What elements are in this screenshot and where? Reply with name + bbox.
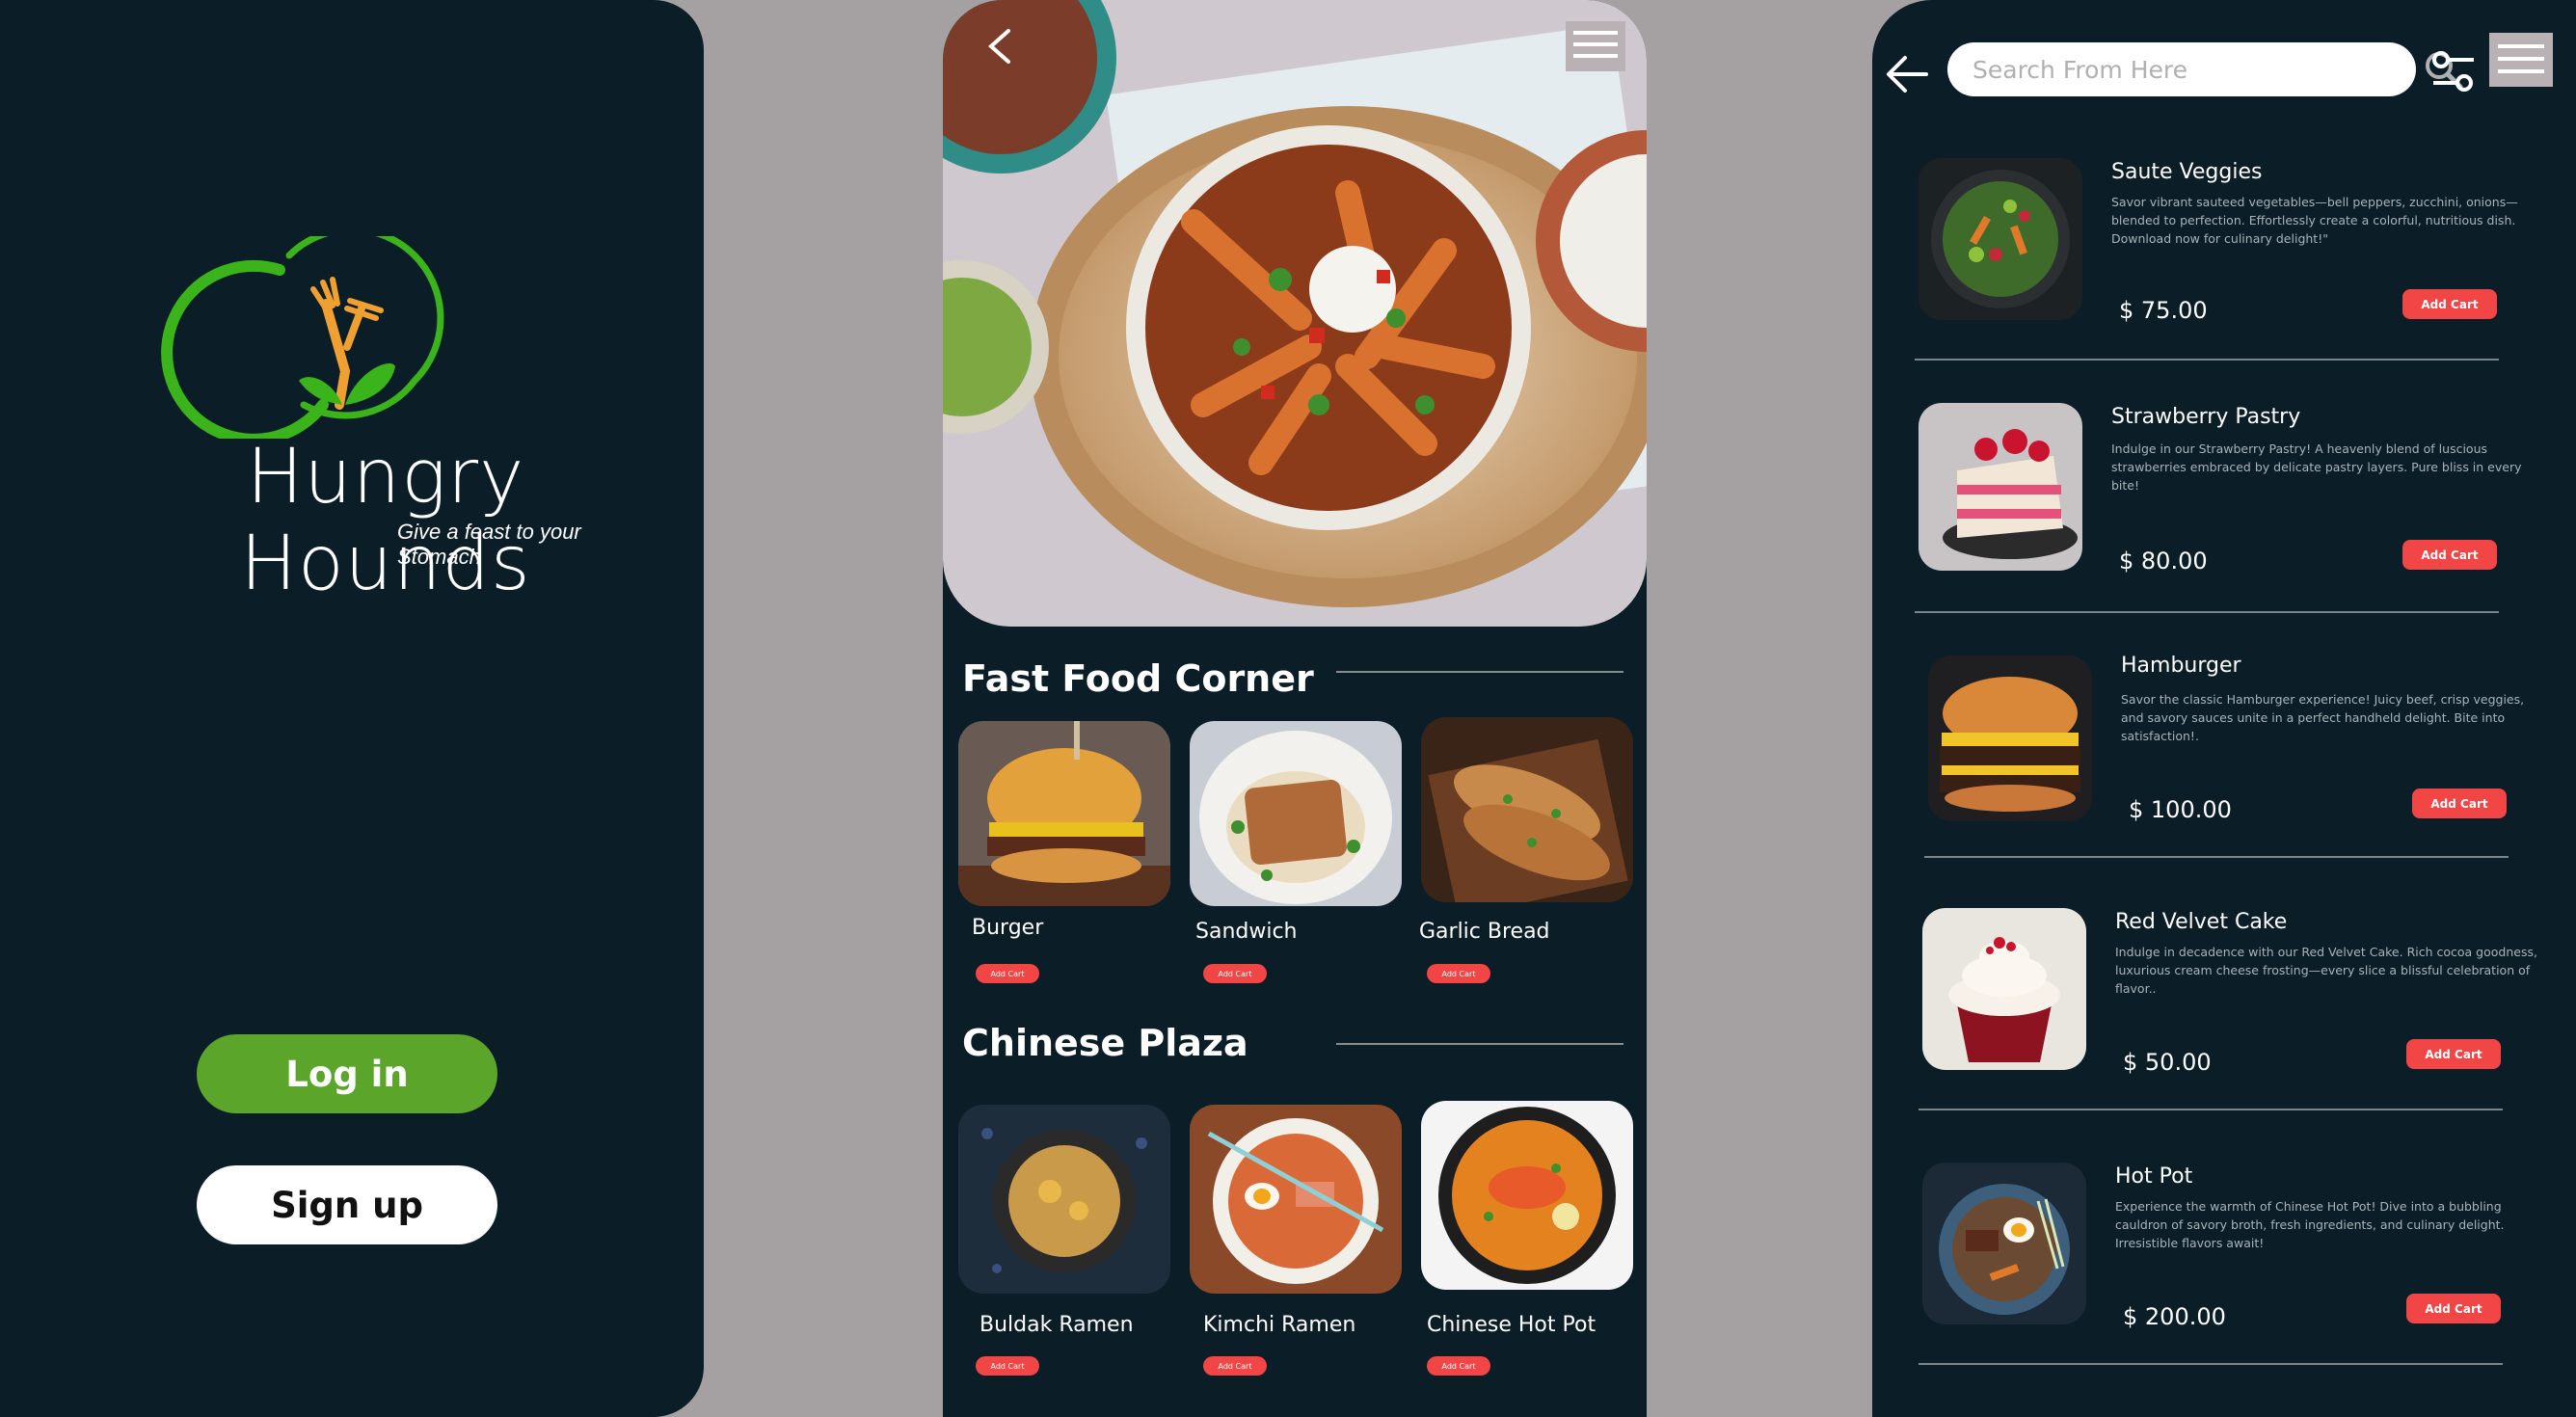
item-description: Indulge in decadence with our Red Velvet… bbox=[2115, 945, 2537, 996]
item-name: Hamburger bbox=[2121, 654, 2241, 678]
login-button[interactable]: Log in bbox=[197, 1034, 497, 1113]
item-name-kimchi-ramen: Kimchi Ramen bbox=[1203, 1313, 1356, 1337]
item-name: Strawberry Pastry bbox=[2111, 405, 2301, 429]
food-image-hot-pot[interactable] bbox=[1922, 1163, 2086, 1324]
item-description: Savor the classic Hamburger experience! … bbox=[2121, 692, 2525, 743]
add-cart-button[interactable]: Add Cart bbox=[2402, 289, 2497, 319]
logo: Hungry Hounds Give a feast to your Stoma… bbox=[116, 236, 656, 607]
item-name-sandwich: Sandwich bbox=[1195, 920, 1298, 944]
signup-button[interactable]: Sign up bbox=[197, 1165, 497, 1244]
section-title-fast-food: Fast Food Corner bbox=[962, 657, 1314, 700]
add-cart-button[interactable]: Add Cart bbox=[2406, 1039, 2501, 1069]
menu-icon[interactable] bbox=[1566, 21, 1625, 71]
item-price: $ 75.00 bbox=[2119, 297, 2208, 324]
item-price: $ 200.00 bbox=[2123, 1303, 2226, 1330]
food-image-saute-veggies[interactable] bbox=[1919, 158, 2082, 320]
item-price: $ 80.00 bbox=[2119, 548, 2208, 575]
food-image-red-velvet-cake[interactable] bbox=[1922, 908, 2086, 1070]
item-divider bbox=[1924, 856, 2509, 858]
add-cart-button[interactable]: Add Cart bbox=[2406, 1294, 2501, 1323]
search-input[interactable] bbox=[1972, 42, 2348, 96]
listing-screen: Saute Veggies Savor vibrant sauteed vege… bbox=[1872, 0, 2576, 1417]
food-image-chinese-hot-pot[interactable] bbox=[1421, 1101, 1633, 1290]
item-name-burger: Burger bbox=[972, 916, 1044, 940]
hero-food-image bbox=[943, 0, 1647, 627]
item-divider bbox=[1915, 611, 2499, 613]
food-image-buldak-ramen[interactable] bbox=[958, 1105, 1170, 1294]
home-screen: Fast Food Corner Burger Sandwich Garlic … bbox=[943, 0, 1647, 1417]
add-cart-button[interactable]: Add Cart bbox=[976, 964, 1039, 983]
menu-icon[interactable] bbox=[2489, 33, 2553, 87]
add-cart-button[interactable]: Add Cart bbox=[976, 1356, 1039, 1376]
food-image-garlic-bread[interactable] bbox=[1421, 717, 1633, 902]
filter-icon[interactable] bbox=[2429, 48, 2478, 96]
add-cart-button[interactable]: Add Cart bbox=[1203, 964, 1267, 983]
section-title-chinese: Chinese Plaza bbox=[962, 1022, 1248, 1064]
item-price: $ 100.00 bbox=[2129, 796, 2232, 823]
food-image-burger[interactable] bbox=[958, 721, 1170, 906]
food-image-strawberry-pastry[interactable] bbox=[1919, 403, 2082, 571]
add-cart-button[interactable]: Add Cart bbox=[1427, 964, 1490, 983]
item-name-chinese-hot-pot: Chinese Hot Pot bbox=[1427, 1313, 1597, 1337]
add-cart-button[interactable]: Add Cart bbox=[1427, 1356, 1490, 1376]
section-divider bbox=[1336, 1043, 1623, 1045]
food-image-kimchi-ramen[interactable] bbox=[1190, 1105, 1402, 1294]
food-image-hamburger[interactable] bbox=[1928, 655, 2092, 821]
fork-leaf-logo-icon bbox=[161, 236, 444, 439]
item-divider bbox=[1919, 1109, 2503, 1110]
brand-tagline: Give a feast to your Stomach bbox=[397, 520, 581, 569]
item-name: Saute Veggies bbox=[2111, 160, 2263, 184]
add-cart-button[interactable]: Add Cart bbox=[1203, 1356, 1267, 1376]
item-name: Hot Pot bbox=[2115, 1164, 2193, 1189]
item-name: Red Velvet Cake bbox=[2115, 910, 2288, 934]
item-divider bbox=[1915, 359, 2499, 361]
item-divider bbox=[1919, 1363, 2503, 1365]
add-cart-button[interactable]: Add Cart bbox=[2412, 789, 2507, 818]
back-chevron-icon[interactable] bbox=[981, 27, 1020, 66]
item-name-buldak-ramen: Buldak Ramen bbox=[979, 1313, 1134, 1337]
welcome-screen: Hungry Hounds Give a feast to your Stoma… bbox=[0, 0, 704, 1417]
food-image-sandwich[interactable] bbox=[1190, 721, 1402, 906]
item-price: $ 50.00 bbox=[2123, 1049, 2212, 1076]
add-cart-button[interactable]: Add Cart bbox=[2402, 540, 2497, 570]
back-arrow-icon[interactable] bbox=[1884, 50, 1932, 98]
section-divider bbox=[1336, 671, 1623, 673]
item-description: Experience the warmth of Chinese Hot Pot… bbox=[2115, 1199, 2505, 1250]
search-bar[interactable] bbox=[1947, 42, 2463, 96]
item-description: Indulge in our Strawberry Pastry! A heav… bbox=[2111, 441, 2522, 493]
item-description: Savor vibrant sauteed vegetables—bell pe… bbox=[2111, 195, 2518, 246]
item-name-garlic-bread: Garlic Bread bbox=[1419, 920, 1550, 944]
